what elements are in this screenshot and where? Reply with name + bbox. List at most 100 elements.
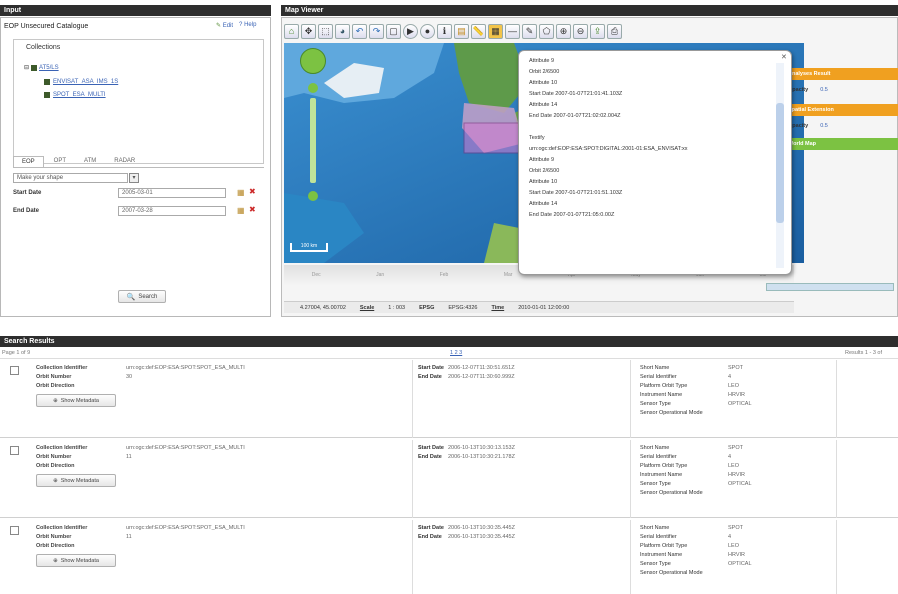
orbit-type-value: LEO: [728, 543, 740, 549]
field-label: Sensor Type: [640, 481, 671, 487]
catalogue-name: EOP Unsecured Catalogue: [4, 23, 89, 30]
layer-header[interactable]: Analyses Result: [784, 68, 898, 80]
orbit-number-value: 11: [126, 454, 132, 460]
result-row[interactable]: Collection Identifier urn:ogc:def:EOP:ESA…: [0, 360, 898, 438]
zoom-out-button[interactable]: [308, 191, 318, 201]
zoom-slider[interactable]: [310, 98, 316, 183]
layer-opacity[interactable]: Opacity 0.5: [784, 82, 898, 102]
map-panel-title: Map Viewer: [285, 7, 324, 14]
help-link[interactable]: ? Help: [239, 22, 256, 29]
popup-line: Attribute 14: [529, 201, 558, 207]
end-date-value: 2006-10-13T10:30:35.445Z: [448, 534, 515, 540]
tab-eop[interactable]: EOP: [13, 156, 44, 167]
zoom-box-icon[interactable]: ⬚: [318, 23, 333, 39]
collections-box: Collections ⊟ AT5/LS ENVISAT_ASA_IMS_1S …: [13, 39, 264, 164]
popup-scroll-thumb[interactable]: [776, 103, 784, 223]
field-label: Platform Orbit Type: [640, 463, 688, 469]
show-metadata-button[interactable]: ⊕ Show Metadata: [36, 474, 116, 487]
input-panel-title: Input: [4, 7, 22, 14]
orbit-number-value: 30: [126, 374, 133, 380]
layer-header[interactable]: World Map: [784, 138, 898, 150]
feature-popup: Attribute 9 Orbit 2/6500 Attribute 10 St…: [518, 50, 792, 275]
collapse-icon[interactable]: ⊟: [24, 64, 29, 71]
field-label: End Date: [418, 534, 442, 540]
map-panel-header: Map Viewer: [281, 5, 898, 16]
field-label: Start Date: [418, 525, 444, 531]
result-row[interactable]: Collection Identifier urn:ogc:def:EOP:ESA…: [0, 440, 898, 518]
epsg-value: EPSG:4326: [448, 304, 478, 311]
measure-icon[interactable]: 📏: [471, 23, 486, 39]
field-label: Collection Identifier: [36, 445, 88, 451]
zoom-out-icon[interactable]: ⊖: [573, 23, 588, 39]
clear-icon[interactable]: ✖: [249, 205, 256, 214]
globe-icon[interactable]: ◕: [335, 23, 350, 39]
play-icon[interactable]: ▶: [403, 23, 418, 39]
zoom-in-button[interactable]: [308, 83, 318, 93]
layer-icon[interactable]: ▤: [454, 23, 469, 39]
timeline-tick: Feb: [439, 272, 449, 278]
print-icon[interactable]: ⎙: [607, 23, 622, 39]
popup-line: Attribute 10: [529, 179, 558, 185]
undo-icon[interactable]: ↶: [352, 23, 367, 39]
tree-item[interactable]: SPOT_ESA_MULTI: [44, 92, 106, 98]
layer-header[interactable]: Spatial Extension: [784, 104, 898, 116]
pan-control[interactable]: [300, 48, 326, 74]
short-name-value: SPOT: [728, 445, 743, 451]
layer-opacity[interactable]: Opacity 0.5: [784, 118, 898, 138]
start-date-input[interactable]: 2005-03-01: [118, 188, 226, 198]
edit-link[interactable]: ✎ Edit: [216, 22, 233, 29]
show-metadata-button[interactable]: ⊕ Show Metadata: [36, 554, 116, 567]
pan-icon[interactable]: ✥: [301, 23, 316, 39]
result-row[interactable]: Collection Identifier urn:ogc:def:EOP:ESA…: [0, 520, 898, 594]
tree-item-label[interactable]: SPOT_ESA_MULTI: [53, 92, 106, 98]
highlight-icon[interactable]: ▦: [488, 23, 503, 39]
orbit-type-value: LEO: [728, 463, 740, 469]
tree-root-label[interactable]: AT5/LS: [39, 65, 59, 71]
field-label: Orbit Number: [36, 454, 72, 460]
select-icon[interactable]: ▢: [386, 23, 401, 39]
tab-radar[interactable]: RADAR: [106, 156, 143, 167]
folder-icon: [31, 64, 38, 71]
input-panel-header: Input: [0, 5, 271, 16]
timeline-tick: Mar: [503, 272, 513, 278]
show-metadata-button[interactable]: ⊕ Show Metadata: [36, 394, 116, 407]
record-icon[interactable]: ●: [420, 23, 435, 39]
clear-icon[interactable]: ✖: [249, 187, 256, 196]
home-icon[interactable]: ⌂: [284, 23, 299, 39]
tab-opt[interactable]: OPT: [46, 156, 74, 167]
collection-value: urn:ogc:def:EOP:ESA:SPOT:SPOT_ESA_MULTI: [126, 445, 245, 451]
popup-line: Attribute 9: [529, 58, 555, 64]
popup-scrollbar[interactable]: [776, 63, 784, 268]
horizontal-scrollbar[interactable]: [766, 283, 894, 291]
end-date-input[interactable]: 2007-03-28: [118, 206, 226, 216]
tab-atm[interactable]: ATM: [76, 156, 104, 167]
field-label: Start Date: [418, 365, 444, 371]
sensor-type-value: OPTICAL: [728, 481, 752, 487]
row-checkbox[interactable]: [10, 446, 19, 455]
row-checkbox[interactable]: [10, 366, 19, 375]
draw-icon[interactable]: ✎: [522, 23, 537, 39]
close-icon[interactable]: ✕: [781, 53, 787, 61]
calendar-icon[interactable]: ▦: [237, 206, 245, 215]
end-date-value: 2006-10-13T10:30:21.178Z: [448, 454, 515, 460]
line-icon[interactable]: —: [505, 23, 520, 39]
calendar-icon[interactable]: ▦: [237, 188, 245, 197]
polygon-icon[interactable]: ⬠: [539, 23, 554, 39]
chevron-down-icon: ▾: [129, 173, 139, 183]
redo-icon[interactable]: ↷: [369, 23, 384, 39]
field-label: Collection Identifier: [36, 365, 88, 371]
shape-select[interactable]: Make your shape ▾: [13, 173, 139, 183]
export-icon[interactable]: ⇪: [590, 23, 605, 39]
page-indicator: Page 1 of 9: [2, 350, 31, 356]
info-icon[interactable]: ℹ: [437, 23, 452, 39]
tree-root[interactable]: ⊟ AT5/LS: [24, 64, 59, 71]
end-date-value: 2006-12-07T11:30:60.999Z: [448, 374, 515, 380]
search-button[interactable]: 🔍 Search: [118, 290, 166, 303]
pager-links[interactable]: 1 2 3: [450, 350, 462, 356]
zoom-in-icon[interactable]: ⊕: [556, 23, 571, 39]
row-checkbox[interactable]: [10, 526, 19, 535]
field-label: Collection Identifier: [36, 525, 88, 531]
tree-item[interactable]: ENVISAT_ASA_IMS_1S: [44, 79, 118, 85]
plus-icon: ⊕: [53, 397, 58, 404]
tree-item-label[interactable]: ENVISAT_ASA_IMS_1S: [53, 79, 118, 85]
